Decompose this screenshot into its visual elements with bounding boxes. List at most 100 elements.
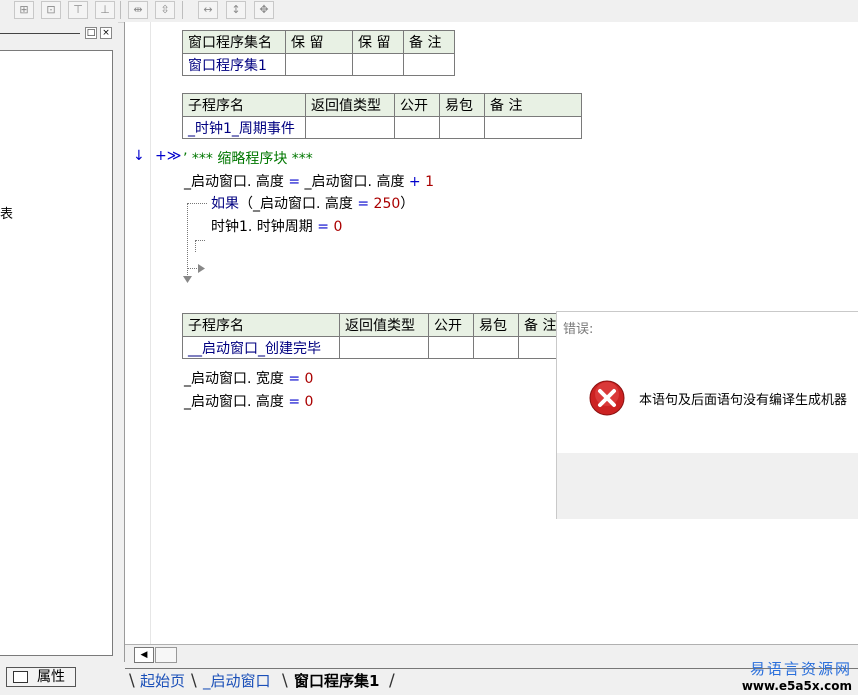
dialog-footer bbox=[557, 453, 858, 519]
table-cell[interactable] bbox=[305, 116, 395, 139]
table-header: 窗口程序集名 bbox=[182, 30, 286, 54]
table-cell[interactable]: __启动窗口_创建完毕 bbox=[182, 336, 340, 359]
code-lhs: _启动窗口. 高度 bbox=[184, 394, 284, 410]
watermark-text: 易语言资源网 bbox=[749, 660, 852, 678]
align-bottom-icon[interactable]: ⊥ bbox=[95, 1, 115, 19]
tab-separator: \ bbox=[129, 671, 135, 691]
table-header: 保 留 bbox=[285, 30, 353, 54]
code-number: 0 bbox=[304, 394, 314, 410]
code-lhs: 时钟1. 时钟周期 bbox=[211, 219, 313, 235]
code-line[interactable]: 时钟1. 时钟周期 = 0 bbox=[211, 216, 342, 236]
flow-line bbox=[195, 240, 196, 252]
code-comment[interactable]: ’ *** 缩略程序块 *** bbox=[183, 148, 313, 168]
same-width-icon[interactable]: ↔ bbox=[198, 1, 218, 19]
code-line[interactable]: _启动窗口. 宽度 = 0 bbox=[184, 368, 313, 388]
panel-minimize-button[interactable]: □ bbox=[85, 27, 97, 39]
code-lhs: _启动窗口. 高度 bbox=[184, 174, 284, 190]
align-top-icon[interactable]: ⊤ bbox=[68, 1, 88, 19]
table-header: 保 留 bbox=[352, 30, 404, 54]
panel-close-button[interactable]: × bbox=[100, 27, 112, 39]
same-size-icon[interactable]: ✥ bbox=[254, 1, 274, 19]
code-line[interactable]: _启动窗口. 高度 = _启动窗口. 高度 + 1 bbox=[184, 171, 434, 191]
code-paren: ） bbox=[400, 196, 415, 212]
same-height-icon[interactable]: ↕ bbox=[226, 1, 246, 19]
tab-start-page[interactable]: 起始页 bbox=[140, 669, 185, 693]
properties-icon bbox=[13, 671, 28, 683]
watermark-url: www.e5a5x.com bbox=[741, 679, 852, 693]
table-cell[interactable] bbox=[394, 116, 440, 139]
code-number: 250 bbox=[373, 196, 401, 212]
program-set-table: 窗口程序集名 保 留 保 留 备 注 窗口程序集1 bbox=[182, 30, 455, 76]
scroll-left-button[interactable]: ◀ bbox=[134, 647, 154, 663]
tab-separator: \ bbox=[191, 671, 197, 691]
code-operator: = bbox=[283, 174, 305, 190]
code-operator: + bbox=[404, 174, 426, 190]
toolbar-separator bbox=[182, 1, 183, 19]
code-lhs: _启动窗口. 宽度 bbox=[184, 371, 284, 387]
error-message: 本语句及后面语句没有编译生成机器 bbox=[639, 393, 848, 408]
table-header: 子程序名 bbox=[182, 93, 306, 117]
flow-line bbox=[195, 240, 205, 241]
left-panel-header: □ × bbox=[0, 26, 116, 42]
table-cell[interactable] bbox=[439, 116, 485, 139]
watermark: 易语言资源网 www.e5a5x.com bbox=[742, 658, 852, 693]
code-number: 1 bbox=[425, 174, 435, 190]
dialog-title: 错误: bbox=[563, 322, 594, 337]
flow-line bbox=[187, 203, 207, 204]
table-header: 备 注 bbox=[403, 30, 455, 54]
table-cell[interactable] bbox=[285, 53, 353, 76]
code-number: 0 bbox=[304, 371, 314, 387]
subroutine-table-2: 子程序名 返回值类型 公开 易包 备 注 __启动窗口_创建完毕 bbox=[182, 313, 616, 359]
error-icon bbox=[589, 380, 625, 416]
code-condition: （_启动窗口. 高度 bbox=[239, 196, 353, 212]
panel-grip bbox=[0, 33, 80, 34]
table-cell[interactable] bbox=[403, 53, 455, 76]
flow-arrow-down-icon bbox=[183, 276, 192, 283]
left-panel-partial-text: 表 bbox=[0, 207, 14, 222]
code-line[interactable]: _启动窗口. 高度 = 0 bbox=[184, 391, 313, 411]
table-header: 备 注 bbox=[484, 93, 582, 117]
scroll-thumb[interactable] bbox=[155, 647, 177, 663]
error-dialog[interactable]: 错误: 本语句及后面语句没有编译生成机器 bbox=[556, 311, 858, 519]
table-cell[interactable] bbox=[352, 53, 404, 76]
toolbar-separator bbox=[120, 1, 121, 19]
code-rhs: _启动窗口. 高度 bbox=[304, 174, 405, 190]
subroutine-table-1: 子程序名 返回值类型 公开 易包 备 注 _时钟1_周期事件 bbox=[182, 93, 582, 139]
flow-arrow-right-icon bbox=[198, 264, 205, 273]
table-cell[interactable]: _时钟1_周期事件 bbox=[182, 116, 306, 139]
if-keyword: 如果 bbox=[211, 196, 239, 212]
tab-program-set[interactable]: 窗口程序集1 bbox=[294, 669, 379, 693]
table-cell[interactable]: 窗口程序集1 bbox=[182, 53, 286, 76]
table-header: 易包 bbox=[439, 93, 485, 117]
properties-tab[interactable]: 属性 bbox=[6, 667, 76, 687]
code-number: 0 bbox=[333, 219, 343, 235]
table-header: 公开 bbox=[428, 313, 474, 337]
table-cell[interactable] bbox=[428, 336, 474, 359]
align-center-icon[interactable]: ⊡ bbox=[41, 1, 61, 19]
expand-block-button[interactable]: +≫ bbox=[155, 148, 181, 164]
tab-separator: \ bbox=[282, 671, 288, 691]
space-horizontal-icon[interactable]: ⇹ bbox=[128, 1, 148, 19]
table-header: 返回值类型 bbox=[305, 93, 395, 117]
space-vertical-icon[interactable]: ⇳ bbox=[155, 1, 175, 19]
properties-tab-label: 属性 bbox=[37, 669, 65, 685]
align-left-icon[interactable]: ⊞ bbox=[14, 1, 34, 19]
table-cell[interactable] bbox=[473, 336, 519, 359]
code-operator: = bbox=[312, 219, 334, 235]
tab-separator: / bbox=[389, 671, 395, 691]
toolbar: ⊞ ⊡ ⊤ ⊥ ⇹ ⇳ ↔ ↕ ✥ bbox=[0, 0, 858, 23]
editor-margin-line bbox=[150, 22, 151, 644]
table-cell[interactable] bbox=[339, 336, 429, 359]
code-line[interactable]: 如果（_启动窗口. 高度 = 250） bbox=[211, 193, 414, 213]
table-header: 公开 bbox=[394, 93, 440, 117]
left-panel-content[interactable]: 表 bbox=[0, 50, 113, 656]
code-operator: = bbox=[283, 394, 305, 410]
tab-startup-window[interactable]: _启动窗口 bbox=[203, 669, 271, 693]
table-header: 子程序名 bbox=[182, 313, 340, 337]
flow-line bbox=[187, 203, 188, 277]
table-header: 返回值类型 bbox=[339, 313, 429, 337]
left-panel: □ × 表 bbox=[0, 22, 118, 662]
table-cell[interactable] bbox=[484, 116, 582, 139]
breakpoint-arrow-icon[interactable]: ↓ bbox=[133, 148, 145, 164]
table-header: 易包 bbox=[473, 313, 519, 337]
